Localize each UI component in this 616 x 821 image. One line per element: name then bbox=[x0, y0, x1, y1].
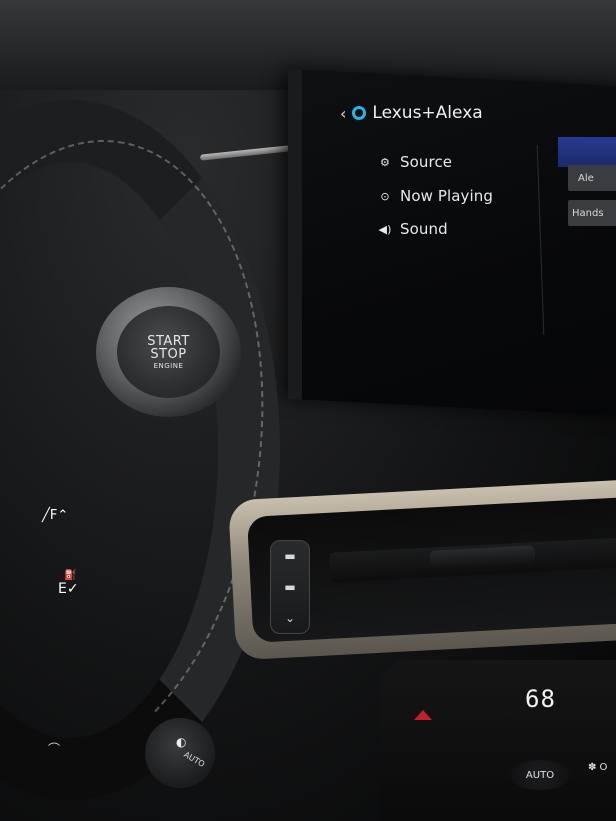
screen-ui: ‹ Lexus+Alexa ⚙ Source ⊙ Now Playing ◀) … bbox=[340, 95, 616, 395]
wheel-stitching bbox=[0, 115, 303, 791]
fuel-check-icon: ✓ bbox=[66, 581, 79, 597]
menu-item-label: Sound bbox=[400, 220, 448, 238]
dash-trim bbox=[199, 145, 291, 161]
right-button-alexa[interactable]: Ale bbox=[568, 165, 616, 191]
fuel-tick-icon: ⌃ bbox=[57, 508, 69, 523]
climate-auto-button[interactable]: AUTO bbox=[510, 760, 570, 790]
fuel-gauge-needle-icon: ╱ bbox=[42, 508, 50, 523]
menu-item-source[interactable]: ⚙ Source bbox=[378, 153, 452, 171]
car-interior-photo: ‹ Lexus+Alexa ⚙ Source ⊙ Now Playing ◀) … bbox=[0, 0, 616, 821]
fuel-full-marker: ╱F⌃ bbox=[42, 508, 68, 523]
right-button-hands[interactable]: Hands bbox=[568, 200, 616, 226]
menu-item-label: Now Playing bbox=[400, 187, 494, 205]
headlight-icon: ◐ bbox=[176, 735, 187, 749]
fuel-empty-marker: ⛽ E✓ bbox=[58, 570, 79, 597]
speaker-icon: ◀) bbox=[378, 222, 392, 236]
screen-divider bbox=[536, 145, 545, 335]
start-stop-button[interactable]: START STOP ENGINE bbox=[117, 306, 220, 398]
menu-item-sound[interactable]: ◀) Sound bbox=[378, 220, 448, 238]
vent-control-wheel[interactable]: ▬ ▬ ⌄ bbox=[270, 540, 310, 634]
climate-panel bbox=[380, 660, 616, 821]
screen-title: Lexus+Alexa bbox=[372, 103, 483, 123]
wiper-knob[interactable] bbox=[145, 718, 215, 788]
vent-chevron-down-icon: ⌄ bbox=[284, 610, 296, 625]
vent-line-icon: ▬ bbox=[284, 549, 296, 564]
source-icon: ⚙ bbox=[380, 155, 390, 169]
play-icon: ⊙ bbox=[380, 189, 390, 203]
wiper-icon: ⌒ bbox=[48, 742, 61, 756]
start-label: START bbox=[147, 333, 190, 349]
fuel-pump-icon: ⛽ bbox=[64, 570, 77, 581]
chevron-left-icon[interactable]: ‹ bbox=[340, 104, 346, 123]
screen-header: ‹ Lexus+Alexa bbox=[340, 103, 483, 123]
alexa-ring-icon bbox=[352, 106, 367, 120]
vent-line-icon: ▬ bbox=[284, 579, 296, 594]
fan-button[interactable]: ✽ O bbox=[588, 762, 607, 773]
hazard-up-icon bbox=[414, 710, 432, 720]
menu-item-label: Source bbox=[400, 153, 453, 171]
temperature-display: 68 bbox=[525, 685, 556, 713]
right-panel-header bbox=[558, 137, 616, 167]
stop-label: STOP bbox=[150, 346, 187, 362]
fuel-empty-label: E bbox=[58, 581, 67, 597]
engine-label: ENGINE bbox=[153, 361, 184, 370]
menu-item-now-playing[interactable]: ⊙ Now Playing bbox=[378, 187, 493, 205]
